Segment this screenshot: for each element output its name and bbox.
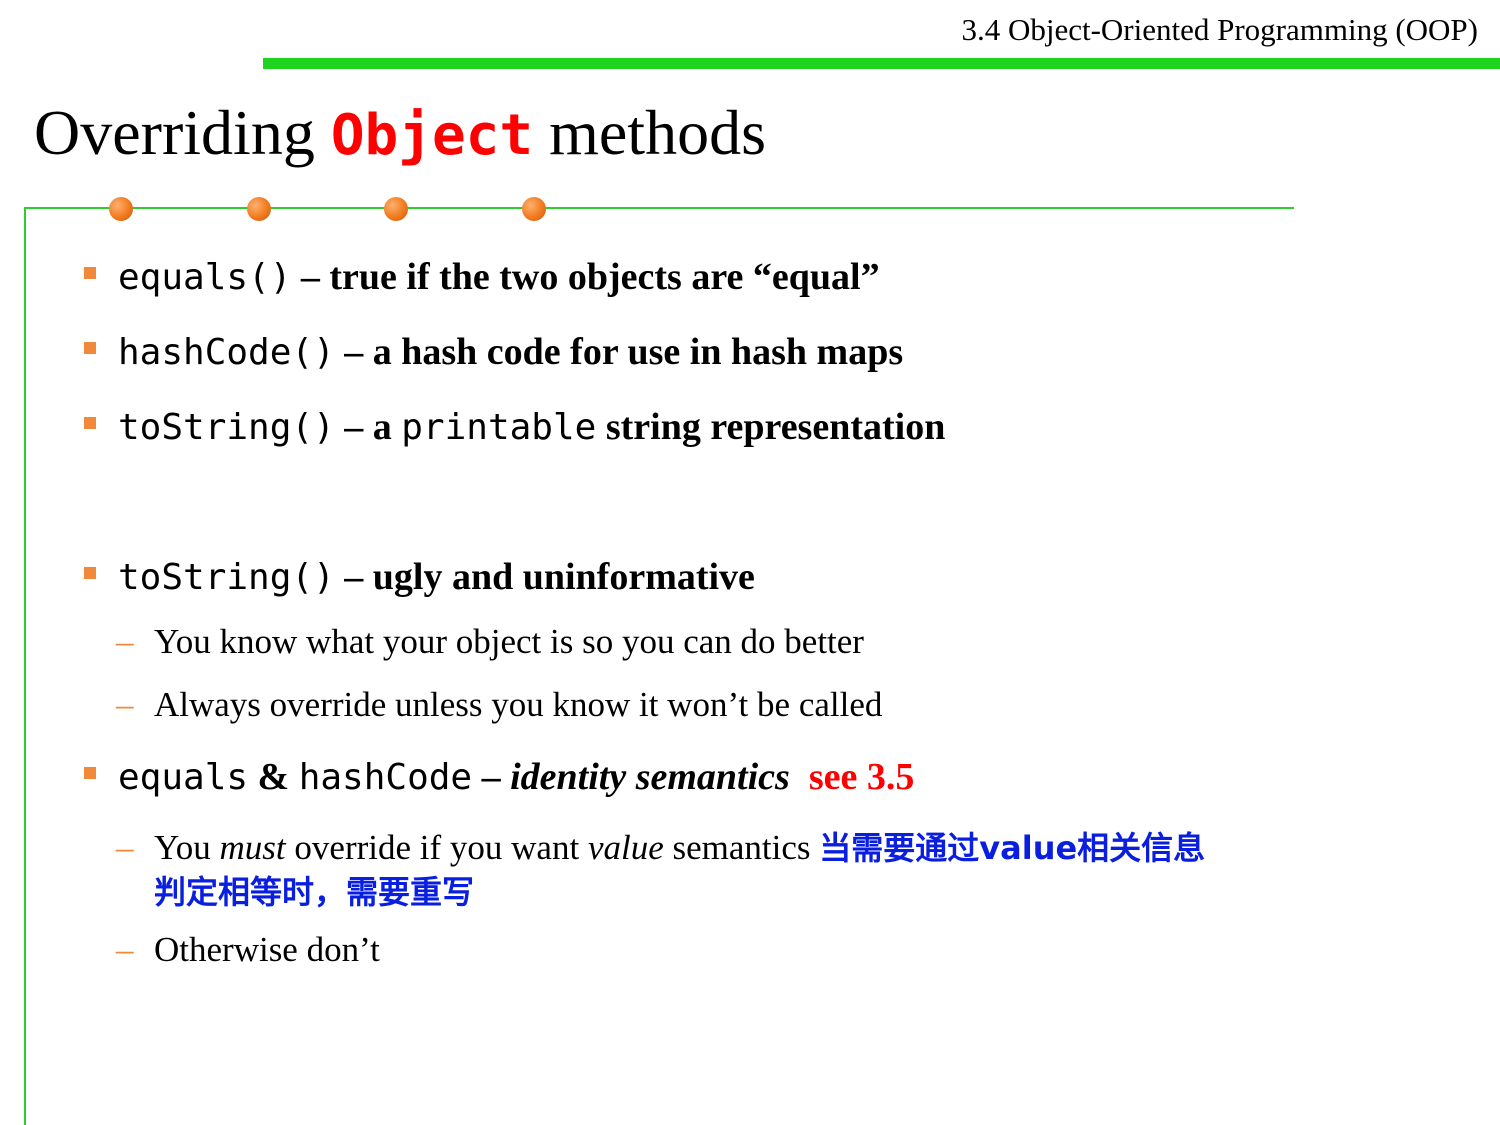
title-code: Object — [330, 103, 534, 168]
bullet-marker — [84, 567, 96, 579]
bullet-marker — [84, 342, 96, 354]
dash-marker: – — [116, 930, 134, 969]
bullet-text: hashCode() – a hash code for use in hash… — [118, 331, 904, 373]
bullet-marker — [84, 417, 96, 429]
section-header: 3.4 Object-Oriented Programming (OOP) — [961, 12, 1478, 47]
frame-top-line — [24, 207, 1294, 209]
title-suffix: methods — [549, 97, 766, 168]
dash-marker: – — [116, 622, 134, 661]
decor-dot — [522, 197, 546, 221]
dash-marker: – — [116, 828, 134, 867]
frame-left-line — [24, 207, 26, 1125]
chinese-note: 判定相等时，需要重写 — [154, 873, 475, 911]
sub-item: – Always override unless you know it won’… — [116, 685, 883, 724]
decor-dot — [247, 197, 271, 221]
see-ref: see 3.5 — [808, 756, 915, 798]
sub-item-continuation: 判定相等时，需要重写 — [154, 867, 474, 913]
slide-title: Overriding Object methods — [34, 96, 766, 170]
bullet-text: equals() – true if the two objects are “… — [118, 256, 880, 298]
bullet-marker — [84, 267, 96, 279]
sub-item: – Otherwise don’t — [116, 930, 380, 969]
bullet-marker — [84, 767, 96, 779]
bullet-text: toString() – a printable string represen… — [118, 406, 946, 448]
decor-dot — [384, 197, 408, 221]
bullet-text: toString() – ugly and uninformative — [118, 556, 755, 598]
title-prefix: Overriding — [34, 97, 315, 168]
dash-marker: – — [116, 685, 134, 724]
bullet-text: equals & hashCode – identity semantics s… — [118, 756, 915, 798]
decor-dot — [109, 197, 133, 221]
chinese-note: 当需要通过value相关信息 — [819, 829, 1206, 867]
sub-item: – You know what your object is so you can… — [116, 622, 864, 661]
header-bar — [263, 58, 1500, 69]
sub-item: – You must override if you want value sem… — [116, 828, 1206, 867]
